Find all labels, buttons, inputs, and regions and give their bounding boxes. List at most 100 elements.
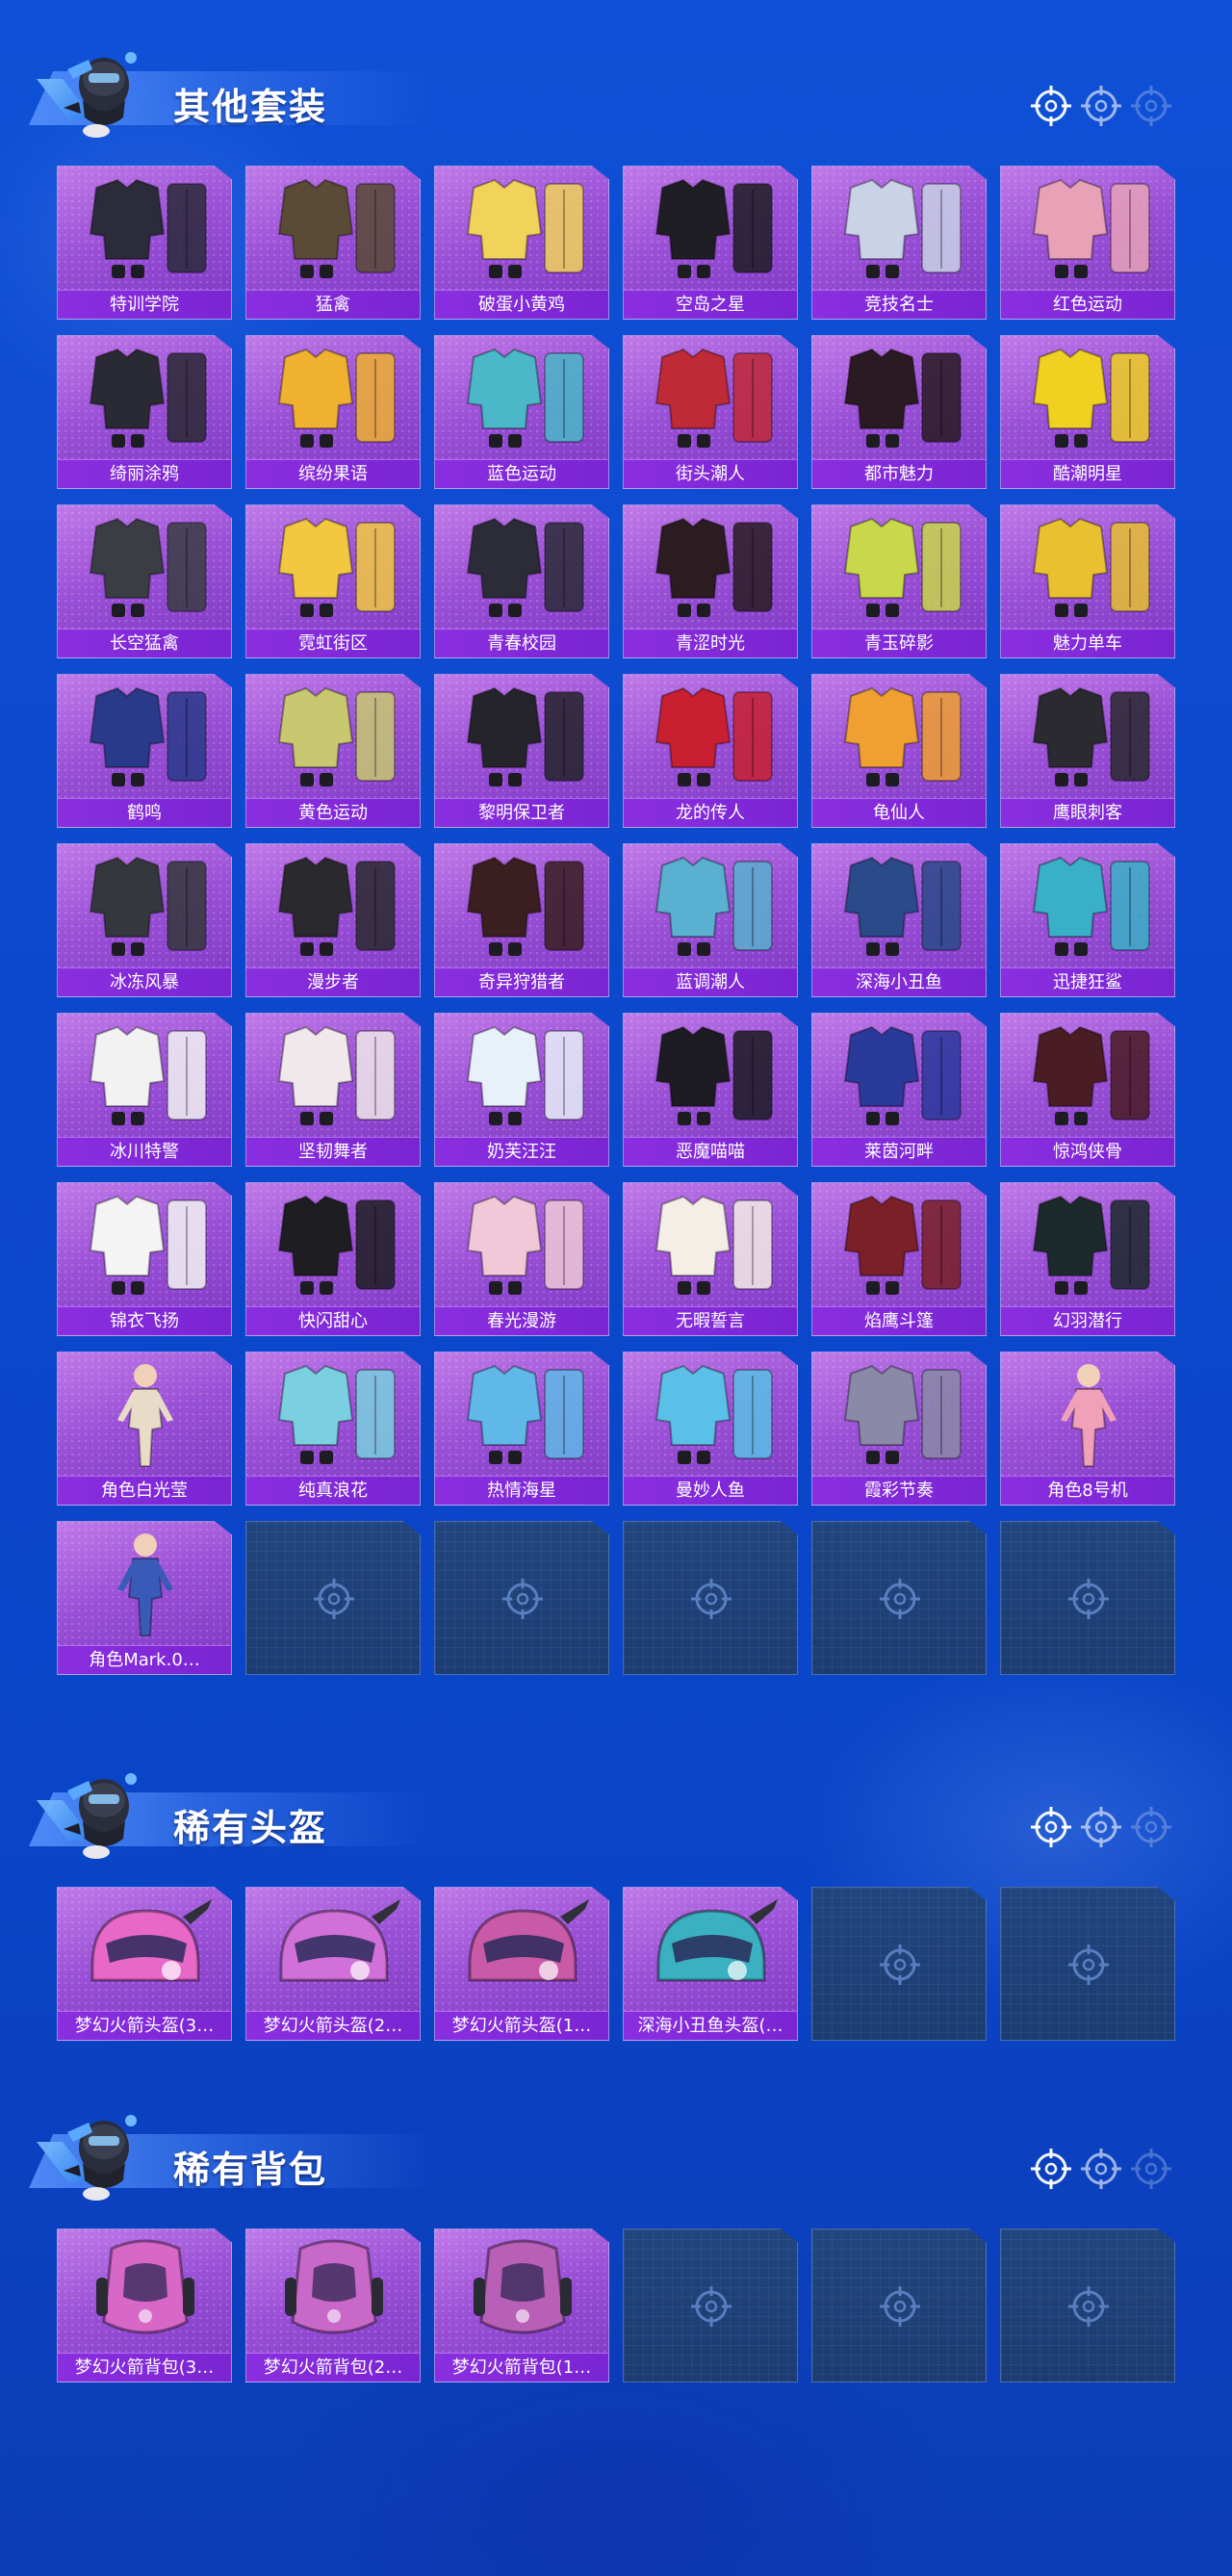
item-card[interactable]: 缤纷果语 <box>245 335 421 489</box>
item-name-label: 深海小丑鱼头盔(… <box>624 2011 797 2040</box>
helmet-icon <box>656 1899 778 1982</box>
item-card[interactable]: 黄色运动 <box>245 674 421 828</box>
item-name-label: 冰川特警 <box>58 1137 231 1166</box>
mascot-icon <box>54 40 146 141</box>
item-card[interactable]: 龟仙人 <box>811 674 987 828</box>
empty-item-slot <box>434 1521 609 1675</box>
item-card[interactable]: 酷潮明星 <box>1000 335 1175 489</box>
outfit-icon <box>1032 856 1150 956</box>
outfit-icon <box>1032 686 1150 786</box>
item-card[interactable]: 街头潮人 <box>623 335 798 489</box>
outfit-icon <box>654 178 773 278</box>
item-card[interactable]: 奇异狩猎者 <box>434 843 609 997</box>
crosshair-placeholder-icon <box>691 2286 732 2327</box>
item-card[interactable]: 黎明保卫者 <box>434 674 609 828</box>
empty-item-slot <box>811 1887 987 2041</box>
item-card[interactable]: 青玉碎影 <box>811 504 987 658</box>
item-card[interactable]: 曼妙人鱼 <box>623 1352 798 1506</box>
item-card[interactable]: 角色8号机 <box>1000 1352 1175 1506</box>
item-name-label: 蓝调潮人 <box>624 967 797 996</box>
item-name-label: 街头潮人 <box>624 459 797 488</box>
item-card[interactable]: 龙的传人 <box>623 674 798 828</box>
item-card[interactable]: 焰鹰斗篷 <box>811 1182 987 1336</box>
item-name-label: 都市魅力 <box>812 459 986 488</box>
outfit-icon <box>843 686 962 786</box>
item-card[interactable]: 热情海星 <box>434 1352 609 1506</box>
item-card[interactable]: 惊鸿侠骨 <box>1000 1013 1175 1167</box>
outfit-icon <box>89 178 207 278</box>
item-card[interactable]: 鹰眼刺客 <box>1000 674 1175 828</box>
item-card[interactable]: 漫步者 <box>245 843 421 997</box>
item-card[interactable]: 绮丽涂鸦 <box>57 335 232 489</box>
item-card[interactable]: 蓝色运动 <box>434 335 609 489</box>
section-header: 稀有头盔 <box>29 1762 1213 1868</box>
item-name-label: 梦幻火箭背包(2… <box>246 2353 420 2382</box>
item-card[interactable]: 梦幻火箭背包(3… <box>57 2228 232 2383</box>
outfit-icon <box>277 178 396 278</box>
item-card[interactable]: 深海小丑鱼 <box>811 843 987 997</box>
crosshair-placeholder-icon <box>1068 1579 1109 1619</box>
item-card[interactable]: 纯真浪花 <box>245 1352 421 1506</box>
item-card[interactable]: 青春校园 <box>434 504 609 658</box>
item-card[interactable]: 奶芙汪汪 <box>434 1013 609 1167</box>
item-card[interactable]: 长空猛禽 <box>57 504 232 658</box>
item-card[interactable]: 深海小丑鱼头盔(… <box>623 1887 798 2041</box>
outfit-icon <box>277 348 396 448</box>
item-card[interactable]: 魅力单车 <box>1000 504 1175 658</box>
item-card[interactable]: 角色Mark.0… <box>57 1521 232 1675</box>
section-title: 其他套装 <box>173 86 328 128</box>
item-card[interactable]: 迅捷狂鲨 <box>1000 843 1175 997</box>
item-card[interactable]: 特训学院 <box>57 166 232 320</box>
item-card[interactable]: 霓虹街区 <box>245 504 421 658</box>
crosshair-placeholder-icon <box>1068 2286 1109 2327</box>
item-card[interactable]: 红色运动 <box>1000 166 1175 320</box>
item-card[interactable]: 竞技名士 <box>811 166 987 320</box>
item-card[interactable]: 锦衣飞扬 <box>57 1182 232 1336</box>
item-card[interactable]: 快闪甜心 <box>245 1182 421 1336</box>
mascot-icon <box>54 2103 146 2203</box>
item-card[interactable]: 猛禽 <box>245 166 421 320</box>
item-card[interactable]: 恶魔喵喵 <box>623 1013 798 1167</box>
item-name-label: 锦衣飞扬 <box>58 1306 231 1335</box>
item-card[interactable]: 蓝调潮人 <box>623 843 798 997</box>
item-card[interactable]: 梦幻火箭头盔(2… <box>245 1887 421 2041</box>
item-card[interactable]: 鹤鸣 <box>57 674 232 828</box>
item-name-label: 角色8号机 <box>1001 1476 1174 1505</box>
item-card[interactable]: 都市魅力 <box>811 335 987 489</box>
backpack-icon <box>285 2239 383 2334</box>
empty-item-slot <box>1000 1887 1175 2041</box>
item-card[interactable]: 坚韧舞者 <box>245 1013 421 1167</box>
outfit-icon <box>654 1364 773 1464</box>
outfit-icon <box>89 1025 207 1125</box>
item-card[interactable]: 莱茵河畔 <box>811 1013 987 1167</box>
empty-item-slot <box>623 2228 798 2383</box>
backpack-icon <box>96 2239 194 2334</box>
item-card[interactable]: 霞彩节奏 <box>811 1352 987 1506</box>
outfit-icon <box>843 856 962 956</box>
item-card[interactable]: 无暇誓言 <box>623 1182 798 1336</box>
empty-item-slot <box>245 1521 421 1675</box>
item-card[interactable]: 春光漫游 <box>434 1182 609 1336</box>
item-card[interactable]: 梦幻火箭背包(1… <box>434 2228 609 2383</box>
item-name-label: 恶魔喵喵 <box>624 1137 797 1166</box>
item-card[interactable]: 角色白光莹 <box>57 1352 232 1506</box>
item-card[interactable]: 空岛之星 <box>623 166 798 320</box>
item-name-label: 春光漫游 <box>435 1306 608 1335</box>
item-card[interactable]: 冰川特警 <box>57 1013 232 1167</box>
item-card[interactable]: 破蛋小黄鸡 <box>434 166 609 320</box>
item-card[interactable]: 青涩时光 <box>623 504 798 658</box>
backpack-icon <box>474 2239 572 2334</box>
item-name-label: 梦幻火箭头盔(2… <box>246 2011 420 2040</box>
outfit-icon <box>89 856 207 956</box>
item-card[interactable]: 梦幻火箭头盔(1… <box>434 1887 609 2041</box>
item-card[interactable]: 梦幻火箭头盔(3… <box>57 1887 232 2041</box>
crosshair-icon <box>1031 86 1071 126</box>
item-card[interactable]: 冰冻风暴 <box>57 843 232 997</box>
item-card[interactable]: 梦幻火箭背包(2… <box>245 2228 421 2383</box>
item-name-label: 青玉碎影 <box>812 629 986 657</box>
item-grid: 特训学院 猛禽 破蛋小黄鸡 空岛之星 竞技名士 红色运动绮丽涂鸦 缤纷果语 蓝色运动 街头潮人都… <box>57 166 1175 1675</box>
item-card[interactable]: 幻羽潜行 <box>1000 1182 1175 1336</box>
crosshair-icon <box>1081 86 1121 126</box>
crosshair-placeholder-icon <box>691 1579 732 1619</box>
item-name-label: 绮丽涂鸦 <box>58 459 231 488</box>
